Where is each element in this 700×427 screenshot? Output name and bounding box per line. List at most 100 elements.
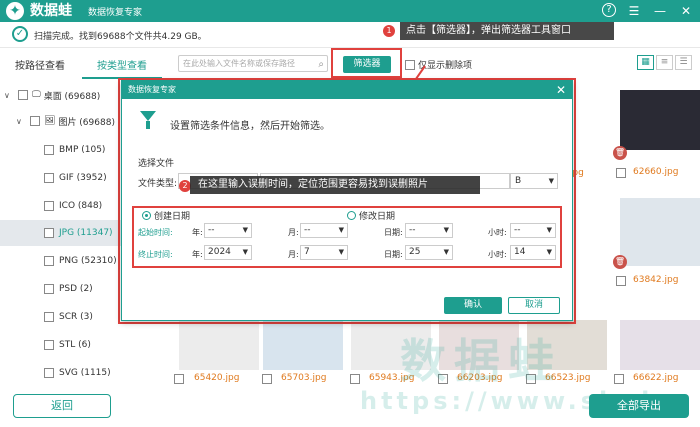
tree-item-label: ICO (848) <box>59 201 103 211</box>
back-button[interactable]: 返回 <box>13 394 111 418</box>
thumbnail-image[interactable] <box>263 320 343 370</box>
close-icon[interactable]: ✕ <box>556 81 566 99</box>
chevron-down-icon: ▼ <box>443 248 449 256</box>
select-value: 14 <box>514 247 526 257</box>
chevron-down-icon[interactable]: ∨ <box>4 91 14 100</box>
size-unit-select[interactable]: B ▼ <box>510 173 558 189</box>
thumbnail-image[interactable] <box>179 320 259 370</box>
year-label: 年: <box>192 250 203 259</box>
thumbnail-checkbox[interactable] <box>614 374 624 384</box>
file-name: 65703.jpg <box>281 373 327 383</box>
watermark-logo-text: 数据蛙 <box>400 334 562 388</box>
tree-checkbox[interactable] <box>44 284 54 294</box>
tree-checkbox[interactable] <box>30 116 40 126</box>
tree-checkbox[interactable] <box>44 228 54 238</box>
search-input[interactable]: 在此处输入文件名称或保存路径 ⌕ <box>178 55 328 72</box>
file-name: 63842.jpg <box>633 275 679 285</box>
chevron-down-icon[interactable]: ∨ <box>16 117 26 126</box>
minimize-icon[interactable]: — <box>652 3 668 19</box>
tree-checkbox[interactable] <box>44 340 54 350</box>
tree-item-label: GIF (3952) <box>59 173 107 183</box>
view-tabs: 按路径查看 按类型查看 <box>0 55 165 79</box>
cancel-button[interactable]: 取消 <box>508 297 560 314</box>
start-year-select[interactable]: -- ▼ <box>204 223 252 238</box>
select-value: 2024 <box>208 247 231 257</box>
end-hour-select[interactable]: 14 ▼ <box>510 245 556 260</box>
search-icon[interactable]: ⌕ <box>318 57 324 72</box>
callout-step-1: 点击【筛选器】，弹出筛选器工具窗口 <box>400 22 614 40</box>
chevron-down-icon: ▼ <box>338 248 344 256</box>
footer-bar: 返回 全部导出 <box>0 387 700 427</box>
thumbnail-image[interactable] <box>620 90 700 150</box>
tree-item-label: PNG (52310) <box>59 256 117 266</box>
help-icon[interactable]: ? <box>602 3 616 17</box>
thumbnail-checkbox[interactable] <box>616 276 626 286</box>
tab-by-type[interactable]: 按类型查看 <box>82 55 162 79</box>
thumbnail-checkbox[interactable] <box>350 374 360 384</box>
step-badge-1: 1 <box>383 25 395 37</box>
modify-date-radio[interactable]: 修改日期 <box>347 209 395 222</box>
title-bar: ✦ 数据蛙 数据恢复专家 ? ☰ — ✕ <box>0 0 700 22</box>
detail-view-icon[interactable]: ☰ <box>675 55 692 70</box>
tree-item-svg[interactable]: SVG (1115) <box>0 360 165 386</box>
tree-checkbox[interactable] <box>18 90 28 100</box>
list-view-icon[interactable]: ≡ <box>656 55 673 70</box>
thumbnail-checkbox[interactable] <box>616 168 626 178</box>
tree-checkbox[interactable] <box>44 256 54 266</box>
month-label: 月: <box>288 228 299 237</box>
tree-item-label: BMP (105) <box>59 145 106 155</box>
thumbnail-image[interactable] <box>620 320 700 370</box>
chevron-down-icon: ▼ <box>546 248 552 256</box>
tree-item-stl[interactable]: STL (6) <box>0 332 165 358</box>
close-icon[interactable]: ✕ <box>678 3 694 19</box>
end-year-select[interactable]: 2024 ▼ <box>204 245 252 260</box>
only-deleted-label: 仅显示删除项 <box>418 61 473 71</box>
tree-item-label: SCR (3) <box>59 312 93 322</box>
tree-checkbox[interactable] <box>44 145 54 155</box>
tree-checkbox[interactable] <box>44 368 54 378</box>
funnel-icon-stem <box>146 121 150 129</box>
start-month-select[interactable]: -- ▼ <box>300 223 348 238</box>
day-label: 日期: <box>384 250 403 259</box>
select-value: 25 <box>409 247 421 257</box>
confirm-button[interactable]: 确认 <box>444 297 502 314</box>
chevron-down-icon: ▼ <box>338 226 344 234</box>
export-all-button[interactable]: 全部导出 <box>589 394 689 418</box>
radio-unselected-icon[interactable] <box>347 211 356 220</box>
tab-by-path[interactable]: 按路径查看 <box>0 55 80 79</box>
start-day-select[interactable]: -- ▼ <box>405 223 453 238</box>
dialog-intro: 设置筛选条件信息，然后开始筛选。 <box>170 121 330 132</box>
hour-label: 小时: <box>488 228 507 237</box>
start-time-label: 起始时间: <box>138 228 173 237</box>
end-month-select[interactable]: 7 ▼ <box>300 245 348 260</box>
search-placeholder: 在此处输入文件名称或保存路径 <box>183 59 295 68</box>
start-hour-select[interactable]: -- ▼ <box>510 223 556 238</box>
scan-status-text: 扫描完成。找到69688个文件共4.29 GB。 <box>34 32 207 42</box>
month-label: 月: <box>288 250 299 259</box>
end-day-select[interactable]: 25 ▼ <box>405 245 453 260</box>
tree-checkbox[interactable] <box>44 201 54 211</box>
only-deleted-checkbox[interactable] <box>405 59 415 70</box>
create-date-radio[interactable]: 创建日期 <box>142 209 190 222</box>
tree-item-label: 桌面 (69688) <box>43 91 101 102</box>
check-icon: ✓ <box>12 26 28 42</box>
chevron-down-icon: ▼ <box>548 177 554 185</box>
radio-selected-icon[interactable] <box>142 211 151 220</box>
dialog-title: 数据恢复专家 <box>128 85 176 94</box>
tree-checkbox[interactable] <box>44 173 54 183</box>
only-deleted-toggle[interactable]: 仅显示删除项 <box>405 58 472 71</box>
tree-item-label: PSD (2) <box>59 284 93 294</box>
day-label: 日期: <box>384 228 403 237</box>
menu-icon[interactable]: ☰ <box>626 3 642 19</box>
select-value: 7 <box>304 247 310 257</box>
tree-item-label: JPG (11347) <box>59 228 113 238</box>
thumbnail-image[interactable] <box>620 198 700 266</box>
tree-checkbox[interactable] <box>44 312 54 322</box>
thumbnail-checkbox[interactable] <box>174 374 184 384</box>
grid-view-icon[interactable]: ▦ <box>637 55 654 70</box>
app-title: 数据恢复专家 <box>88 8 143 18</box>
thumbnail-checkbox[interactable] <box>262 374 272 384</box>
filter-button[interactable]: 筛选器 <box>343 56 391 73</box>
select-value: -- <box>208 225 215 235</box>
filter-dialog: 数据恢复专家 ✕ 设置筛选条件信息，然后开始筛选。 选择文件 文件类型: B ▼… <box>121 80 573 321</box>
